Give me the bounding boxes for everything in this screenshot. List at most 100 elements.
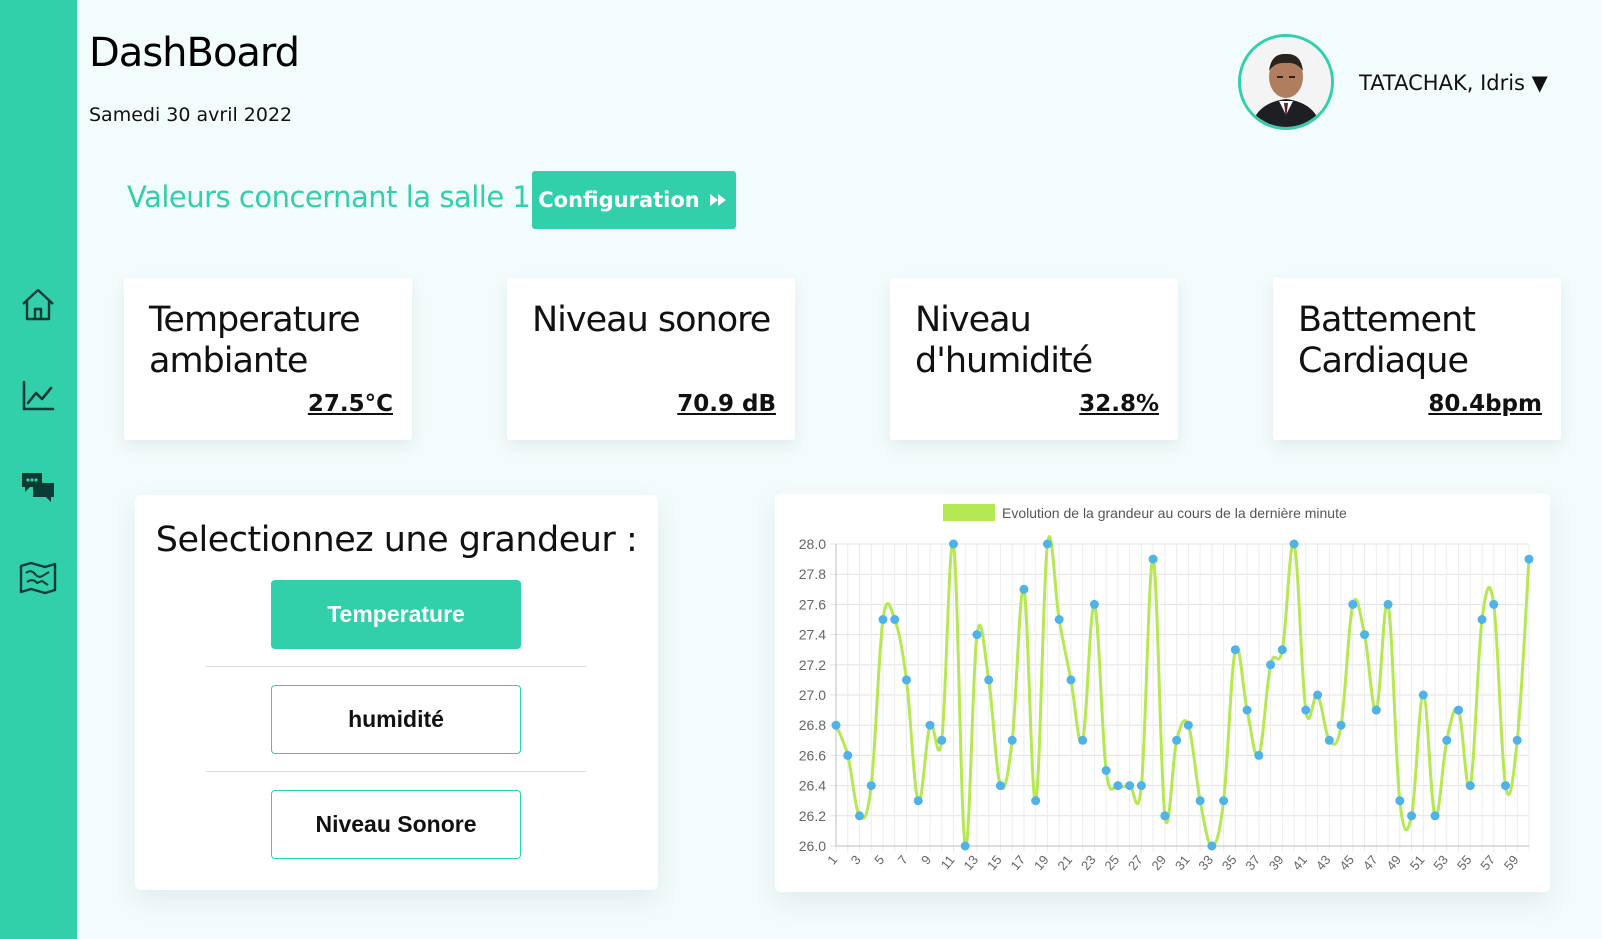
page-title: DashBoard — [89, 30, 300, 76]
data-point — [925, 720, 935, 730]
humidity-button[interactable]: humidité — [271, 685, 521, 754]
data-point — [1078, 735, 1088, 745]
sidebar — [0, 0, 77, 939]
x-tick-label: 57 — [1477, 852, 1498, 873]
user-photo-icon — [1241, 37, 1331, 127]
data-point — [1054, 615, 1064, 624]
line-chart-icon[interactable] — [18, 376, 58, 416]
x-tick-label: 43 — [1313, 852, 1334, 873]
data-point — [1230, 645, 1240, 655]
data-point — [1301, 705, 1311, 715]
data-point — [972, 630, 982, 640]
data-point — [1242, 705, 1252, 715]
temperature-button[interactable]: Temperature — [271, 580, 521, 649]
x-tick-label: 27 — [1125, 852, 1146, 873]
data-point — [1007, 735, 1017, 745]
x-tick-label: 17 — [1007, 852, 1028, 873]
y-tick-label: 27.8 — [799, 566, 826, 582]
x-tick-label: 23 — [1078, 852, 1099, 873]
x-tick-label: 59 — [1501, 852, 1522, 873]
data-point — [1454, 705, 1464, 715]
y-tick-label: 27.4 — [799, 627, 826, 643]
data-point — [1125, 781, 1135, 791]
data-point — [1089, 599, 1099, 609]
avatar[interactable] — [1238, 34, 1334, 130]
data-point — [948, 539, 958, 549]
data-point — [1219, 796, 1229, 806]
data-point — [1148, 554, 1158, 564]
x-tick-label: 33 — [1195, 852, 1216, 873]
y-tick-label: 26.0 — [799, 838, 826, 854]
data-point — [1336, 720, 1346, 730]
x-tick-label: 13 — [960, 852, 981, 873]
data-point — [1383, 599, 1393, 609]
x-tick-label: 45 — [1336, 852, 1357, 873]
data-point — [901, 675, 911, 685]
configuration-button[interactable]: Configuration — [532, 171, 736, 229]
x-tick-label: 5 — [871, 852, 887, 867]
x-tick-label: 31 — [1172, 852, 1193, 873]
data-point — [1207, 841, 1217, 851]
x-tick-label: 15 — [984, 852, 1005, 873]
card-value: 70.9 dB — [677, 391, 776, 417]
x-tick-label: 25 — [1101, 852, 1122, 873]
data-point — [1313, 690, 1323, 700]
line-chart: 26.0 26.2 26.4 26.6 26.8 27.0 27.2 27.4 27.6 27.8… — [799, 504, 1534, 873]
sound-level-button[interactable]: Niveau Sonore — [271, 790, 521, 859]
data-point — [984, 675, 994, 685]
y-tick-label: 27.2 — [799, 657, 826, 673]
data-point — [1183, 720, 1193, 730]
data-point — [1371, 705, 1381, 715]
data-point — [843, 750, 853, 760]
legend-swatch — [943, 504, 995, 521]
data-point — [1442, 735, 1452, 745]
x-tick-label: 53 — [1430, 852, 1451, 873]
data-point — [1254, 750, 1264, 760]
x-tick-label: 55 — [1454, 852, 1475, 873]
data-point — [1430, 811, 1440, 821]
data-point — [1266, 660, 1276, 670]
data-point — [1465, 781, 1475, 791]
card-value: 32.8% — [1079, 391, 1159, 417]
double-arrow-icon — [709, 194, 726, 206]
x-tick-label: 7 — [895, 852, 911, 867]
x-tick-label: 47 — [1360, 852, 1381, 873]
section-title: Valeurs concernant la salle 11 : — [127, 180, 567, 214]
x-tick-label: 39 — [1266, 852, 1287, 873]
x-tick-label: 41 — [1289, 852, 1310, 873]
card-label: Niveau sonore — [532, 300, 771, 340]
data-point — [1066, 675, 1076, 685]
chat-icon[interactable] — [18, 467, 58, 507]
x-tick-label: 51 — [1407, 852, 1428, 873]
x-tick-label: 11 — [938, 852, 958, 872]
data-point — [1524, 554, 1534, 564]
data-point — [1160, 811, 1170, 821]
card-heart-rate: Battement Cardiaque 80.4bpm — [1273, 278, 1561, 440]
card-humidity: Niveau d'humidité 32.8% — [890, 278, 1178, 440]
data-point — [1136, 781, 1146, 791]
data-point — [1172, 735, 1182, 745]
x-tick-label: 35 — [1219, 852, 1240, 873]
data-point — [1489, 599, 1499, 609]
data-point — [866, 781, 876, 791]
divider — [206, 771, 586, 772]
data-point — [1360, 630, 1370, 640]
home-icon[interactable] — [18, 285, 58, 325]
x-tick-label: 3 — [848, 852, 864, 867]
quantity-selector-panel: Selectionnez une grandeur : Temperature … — [135, 495, 658, 890]
y-tick-label: 26.8 — [799, 717, 826, 733]
data-point — [1019, 584, 1029, 594]
data-point — [960, 841, 970, 851]
divider — [206, 666, 586, 667]
data-point — [1324, 735, 1334, 745]
data-point — [1501, 781, 1511, 791]
map-icon[interactable] — [18, 558, 58, 598]
user-menu[interactable]: TATACHAK, Idris ▼ — [1359, 71, 1548, 95]
y-tick-label: 26.4 — [799, 778, 826, 794]
card-sound: Niveau sonore 70.9 dB — [507, 278, 795, 440]
data-point — [1477, 615, 1487, 624]
legend-label: Evolution de la grandeur au cours de la … — [1002, 505, 1347, 521]
data-point — [890, 615, 900, 624]
card-label: Temperature ambiante — [149, 300, 361, 381]
data-point — [1031, 796, 1041, 806]
